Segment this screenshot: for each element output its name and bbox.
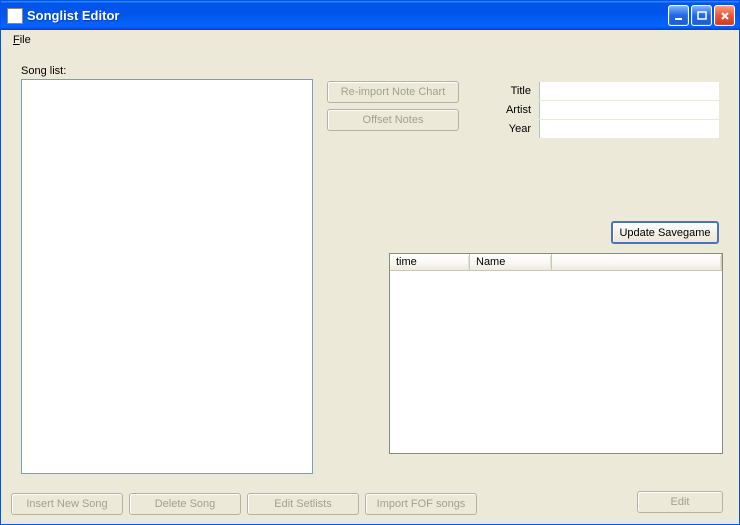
menu-file[interactable]: File bbox=[7, 33, 37, 47]
delete-song-button[interactable]: Delete Song bbox=[129, 493, 241, 515]
close-button[interactable] bbox=[714, 5, 735, 26]
app-icon bbox=[7, 8, 23, 24]
minimize-button[interactable] bbox=[668, 5, 689, 26]
maximize-icon bbox=[696, 10, 708, 22]
year-label: Year bbox=[491, 123, 531, 135]
insert-new-song-button[interactable]: Insert New Song bbox=[11, 493, 123, 515]
update-savegame-button[interactable]: Update Savegame bbox=[611, 221, 719, 244]
edit-button[interactable]: Edit bbox=[637, 491, 723, 513]
column-time[interactable]: time bbox=[390, 254, 470, 271]
artist-field[interactable] bbox=[539, 101, 719, 119]
column-empty[interactable] bbox=[552, 254, 722, 271]
client-area: Song list: Re-import Note Chart Offset N… bbox=[1, 49, 739, 524]
edit-setlists-button[interactable]: Edit Setlists bbox=[247, 493, 359, 515]
import-fof-songs-button[interactable]: Import FOF songs bbox=[365, 493, 477, 515]
window-controls bbox=[668, 5, 735, 26]
close-icon bbox=[719, 10, 731, 22]
menu-file-rest: ile bbox=[20, 34, 31, 46]
window: Songlist Editor File Song list: Re-impor… bbox=[0, 0, 740, 525]
artist-label: Artist bbox=[491, 104, 531, 116]
minimize-icon bbox=[673, 10, 685, 22]
offset-notes-button[interactable]: Offset Notes bbox=[327, 109, 459, 131]
tracks-table[interactable]: time Name bbox=[389, 253, 723, 454]
table-header: time Name bbox=[390, 254, 722, 271]
maximize-button[interactable] bbox=[691, 5, 712, 26]
menubar: File bbox=[1, 30, 739, 49]
column-name[interactable]: Name bbox=[470, 254, 552, 271]
songlist-label: Song list: bbox=[21, 65, 66, 77]
title-field[interactable] bbox=[539, 82, 719, 100]
window-title: Songlist Editor bbox=[27, 8, 668, 23]
titlebar: Songlist Editor bbox=[1, 1, 739, 30]
title-label: Title bbox=[491, 85, 531, 97]
songlist-listbox[interactable] bbox=[21, 79, 313, 474]
reimport-note-chart-button[interactable]: Re-import Note Chart bbox=[327, 81, 459, 103]
year-field[interactable] bbox=[539, 120, 719, 138]
